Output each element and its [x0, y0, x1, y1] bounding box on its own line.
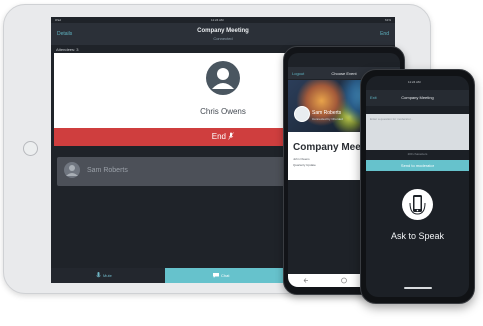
- phone-ask-to-speak: 11:24 AM Exit Company Meeting Enter a qu…: [360, 69, 475, 304]
- ask-to-speak-button[interactable]: [402, 189, 433, 220]
- mic-off-icon: [228, 132, 234, 140]
- mic-icon: [96, 272, 101, 278]
- speaker-avatar: [206, 61, 240, 95]
- phone2-screen: 11:24 AM Exit Company Meeting Enter a qu…: [366, 76, 469, 297]
- question-placeholder: Enter a question for moderator...: [370, 117, 414, 121]
- end-meeting-link[interactable]: End: [380, 31, 389, 37]
- end-label: End: [211, 132, 226, 141]
- home-indicator[interactable]: [404, 287, 432, 289]
- connection-status: Connected: [213, 36, 233, 41]
- attendee-name: Sam Roberts: [87, 167, 128, 174]
- phone-icon: [409, 195, 426, 215]
- send-label: Send to moderator: [400, 163, 435, 168]
- phone2-nav-bar: Exit Company Meeting: [366, 90, 469, 106]
- tablet-nav-bar: Details Company Meeting Connected End: [51, 23, 395, 45]
- status-time: 11:24 AM: [211, 18, 224, 22]
- status-left: iPad: [55, 18, 62, 22]
- event-description: Quarterly Update: [293, 163, 316, 167]
- chat-bubble-icon: [213, 273, 219, 278]
- host-avatar: [294, 106, 310, 122]
- mute-button[interactable]: Mute: [103, 273, 112, 278]
- person-icon: [66, 165, 78, 176]
- meeting-title: Company Meeting: [197, 28, 249, 34]
- phone2-status-bar: 11:24 AM: [366, 76, 469, 90]
- person-icon: [212, 68, 234, 89]
- send-to-moderator-button[interactable]: Send to moderator: [366, 160, 469, 171]
- chat-label: Chat: [221, 273, 230, 278]
- character-counter: 200 characters: [407, 152, 428, 156]
- status-battery: 61%: [384, 18, 391, 22]
- event-host: John Owens: [293, 157, 310, 161]
- question-input[interactable]: Enter a question for moderator...: [366, 114, 469, 150]
- attendee-avatar: [64, 162, 80, 178]
- host-role: Connected by Chorded: [312, 117, 343, 121]
- ask-to-speak-label: Ask to Speak: [390, 231, 445, 241]
- meeting-title: Company Meeting: [401, 95, 434, 100]
- status-time: 11:24 AM: [408, 80, 421, 84]
- host-name: Sam Roberts: [312, 110, 342, 116]
- attendees-count: Attendees: 3: [56, 47, 79, 52]
- home-button[interactable]: [23, 141, 38, 156]
